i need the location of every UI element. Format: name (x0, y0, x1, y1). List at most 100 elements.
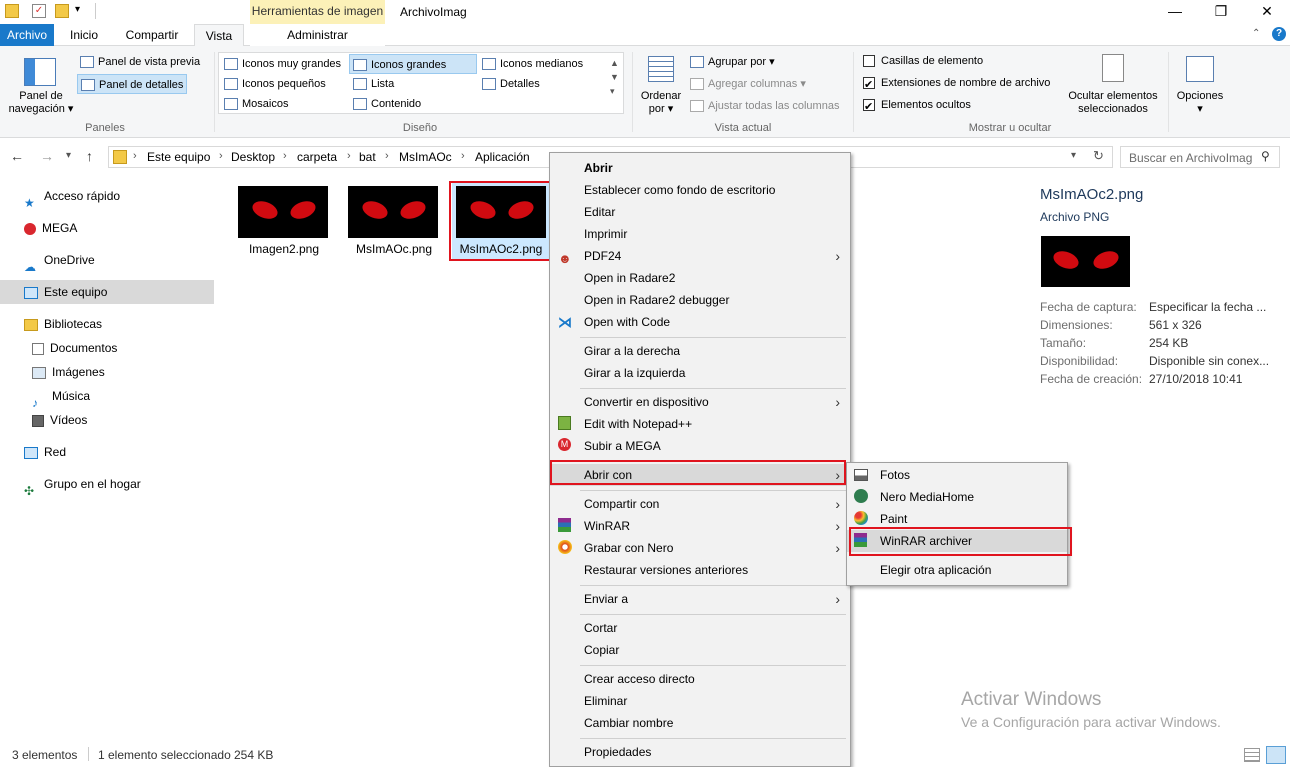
menu-item-rotate-right[interactable]: Girar a la derecha (550, 340, 850, 362)
tab-archivo[interactable]: Archivo (0, 24, 54, 46)
checkbox[interactable] (863, 97, 875, 117)
menu-item-rotate-left[interactable]: Girar a la izquierda (550, 362, 850, 384)
item-checkboxes-toggle[interactable]: Casillas de elemento (863, 51, 983, 71)
sidebar-item-videos[interactable]: Vídeos (32, 408, 87, 432)
tab-compartir[interactable]: Compartir (120, 24, 184, 46)
menu-item-copy[interactable]: Copiar (550, 639, 850, 661)
menu-item-notepad-plus[interactable]: Edit with Notepad++ (550, 413, 850, 435)
menu-item-print[interactable]: Imprimir (550, 223, 850, 245)
help-icon[interactable]: ? (1272, 27, 1286, 41)
folder-icon[interactable] (5, 4, 19, 18)
navigation-pane-icon[interactable] (24, 58, 56, 86)
up-button[interactable]: ↑ (86, 148, 93, 164)
menu-item-pdf24[interactable]: ☻ PDF24 › (550, 245, 850, 267)
details-view-icon[interactable] (1244, 748, 1260, 762)
maximize-button[interactable]: ❐ (1198, 0, 1244, 24)
add-columns-button[interactable]: Agregar columnas ▾ (690, 74, 806, 94)
menu-item-share-with[interactable]: Compartir con › (550, 493, 850, 515)
breadcrumb-item[interactable]: bat (359, 150, 376, 164)
search-box[interactable]: Buscar en ArchivoImag ⚲ (1120, 146, 1280, 168)
file-item[interactable]: Imagen2.png (230, 178, 338, 266)
sidebar-item-mega[interactable]: MEGA (24, 216, 77, 240)
checkbox[interactable] (863, 75, 875, 95)
sidebar-item-network[interactable]: Red (24, 440, 66, 464)
layout-details[interactable]: Detalles (482, 74, 540, 94)
hidden-items-toggle[interactable]: Elementos ocultos (863, 95, 971, 117)
refresh-icon[interactable]: ↻ (1093, 148, 1104, 164)
breadcrumb-item[interactable]: Aplicación (475, 150, 530, 164)
hide-selected-button[interactable]: Ocultar elementos seleccionados (1062, 90, 1164, 116)
layout-large-icons[interactable]: Iconos grandes (349, 54, 477, 74)
menu-item-set-wallpaper[interactable]: Establecer como fondo de escritorio (550, 179, 850, 201)
sidebar-item-this-pc[interactable]: Este equipo (0, 280, 214, 304)
sidebar-item-music[interactable]: ♪ Música (32, 384, 90, 410)
navigation-pane-button[interactable]: Panel de navegación ▾ (4, 90, 78, 116)
options-button[interactable]: Opciones ▾ (1172, 90, 1228, 116)
submenu-item-choose-app[interactable]: Elegir otra aplicación (847, 559, 1067, 581)
menu-item-send-to[interactable]: Enviar a › (550, 588, 850, 610)
tab-inicio[interactable]: Inicio (62, 24, 106, 46)
layout-medium-icons[interactable]: Iconos medianos (482, 54, 583, 74)
menu-item-burn-nero[interactable]: Grabar con Nero › (550, 537, 850, 559)
file-item[interactable]: MsImAOc.png (340, 178, 448, 266)
submenu-item-photos[interactable]: Fotos (847, 464, 1067, 486)
sidebar-item-homegroup[interactable]: ✣ Grupo en el hogar (24, 472, 141, 498)
breadcrumb-item[interactable]: MsImAOc (399, 150, 452, 164)
sort-by-button[interactable]: Ordenar por ▾ (636, 90, 686, 116)
layout-tiles[interactable]: Mosaicos (224, 94, 288, 114)
forward-button[interactable]: → (40, 148, 54, 164)
submenu-item-nero-mediahome[interactable]: Nero MediaHome (847, 486, 1067, 508)
menu-item-restore-versions[interactable]: Restaurar versiones anteriores (550, 559, 850, 581)
group-by-button[interactable]: Agrupar por ▾ (690, 52, 775, 72)
details-value[interactable]: Especificar la fecha ... (1149, 300, 1266, 314)
layout-content[interactable]: Contenido (353, 94, 421, 114)
menu-item-edit[interactable]: Editar (550, 201, 850, 223)
properties-icon[interactable]: ✓ (32, 4, 46, 18)
layout-list[interactable]: Lista (353, 74, 394, 94)
layout-small-icons[interactable]: Iconos pequeños (224, 74, 326, 94)
recent-locations-icon[interactable]: ▾ (66, 150, 71, 161)
preview-pane-button[interactable]: Panel de vista previa (80, 52, 200, 72)
hide-selected-icon[interactable] (1102, 54, 1124, 82)
file-extensions-toggle[interactable]: Extensiones de nombre de archivo (863, 73, 1050, 95)
gallery-scroll-icon[interactable]: ▲ ▼ ▾ (610, 56, 619, 98)
menu-item-open[interactable]: Abrir (550, 157, 850, 179)
collapse-ribbon-icon[interactable]: ⌃ (1252, 28, 1260, 39)
search-icon[interactable]: ⚲ (1261, 149, 1270, 163)
details-pane-button[interactable]: Panel de detalles (77, 74, 188, 94)
menu-item-properties[interactable]: Propiedades (550, 741, 850, 763)
checkbox[interactable] (863, 55, 875, 68)
menu-item-rename[interactable]: Cambiar nombre (550, 712, 850, 734)
menu-item-radare2[interactable]: Open in Radare2 (550, 267, 850, 289)
menu-item-create-shortcut[interactable]: Crear acceso directo (550, 668, 850, 690)
breadcrumb-item[interactable]: Este equipo (147, 150, 210, 164)
new-folder-icon[interactable] (55, 4, 69, 18)
sidebar-item-documents[interactable]: Documentos (32, 336, 117, 360)
menu-item-delete[interactable]: Eliminar (550, 690, 850, 712)
options-icon[interactable] (1186, 56, 1214, 82)
menu-item-open-with-code[interactable]: ⋊ Open with Code (550, 311, 850, 333)
breadcrumb-item[interactable]: Desktop (231, 150, 275, 164)
sidebar-item-quick-access[interactable]: ★ Acceso rápido (24, 184, 120, 210)
back-button[interactable]: ← (10, 148, 24, 164)
menu-item-upload-mega[interactable]: M Subir a MEGA (550, 435, 850, 457)
minimize-button[interactable]: — (1152, 0, 1198, 24)
fit-columns-button[interactable]: Ajustar todas las columnas (690, 96, 839, 116)
sidebar-item-libraries[interactable]: Bibliotecas (24, 312, 102, 336)
large-icons-view-icon[interactable] (1266, 746, 1286, 764)
menu-item-radare2-debugger[interactable]: Open in Radare2 debugger (550, 289, 850, 311)
customize-toolbar-icon[interactable]: ▾ (75, 4, 89, 18)
menu-item-cut[interactable]: Cortar (550, 617, 850, 639)
sidebar-item-onedrive[interactable]: ☁ OneDrive (24, 248, 95, 274)
breadcrumb-item[interactable]: carpeta (297, 150, 337, 164)
tab-administrar[interactable]: Administrar (250, 24, 385, 46)
menu-item-cast-to-device[interactable]: Convertir en dispositivo › (550, 391, 850, 413)
layout-extra-large-icons[interactable]: Iconos muy grandes (224, 54, 341, 74)
menu-item-winrar[interactable]: WinRAR › (550, 515, 850, 537)
sidebar-item-pictures[interactable]: Imágenes (32, 360, 105, 384)
tab-vista[interactable]: Vista (194, 24, 244, 47)
hide-selected-label-1: Ocultar elementos (1068, 90, 1158, 102)
sort-by-icon[interactable] (648, 56, 674, 82)
address-dropdown-icon[interactable]: ▾ (1071, 150, 1076, 161)
close-button[interactable]: ✕ (1244, 0, 1290, 24)
